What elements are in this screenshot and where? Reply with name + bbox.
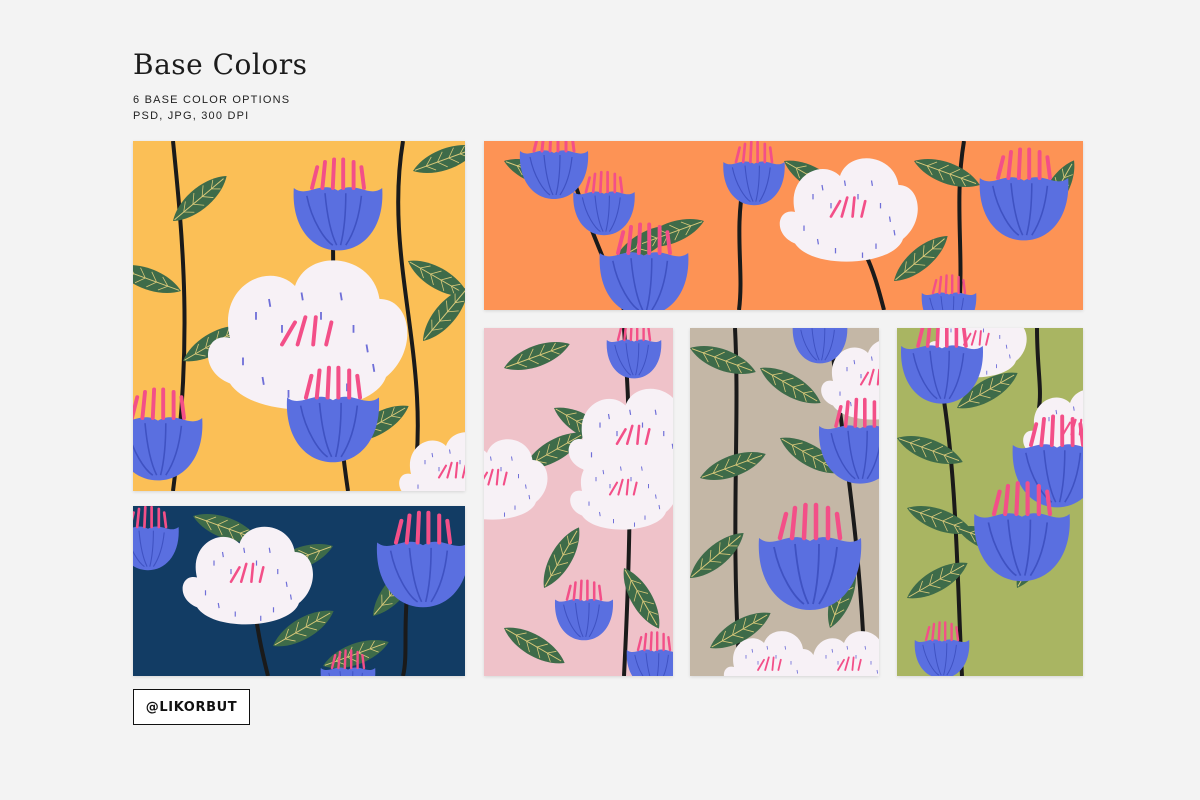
pattern-panel-pink — [484, 328, 673, 676]
pattern-panel-taupe — [690, 328, 879, 676]
pattern-panel-orange — [484, 141, 1083, 310]
pattern-panel-yellow — [133, 141, 465, 491]
pattern-yellow-image — [133, 141, 465, 491]
author-handle-badge: @LIKORBUT — [133, 689, 250, 725]
pattern-olive-image — [897, 328, 1083, 676]
subtitle-formats: PSD, JPG, 300 DPI — [133, 110, 250, 122]
subtitle-options: 6 BASE COLOR OPTIONS — [133, 94, 291, 106]
pattern-panel-navy — [133, 506, 465, 676]
pattern-pink-image — [484, 328, 673, 676]
pattern-orange-image — [484, 141, 1083, 310]
header: Base Colors 6 BASE COLOR OPTIONS PSD, JP… — [133, 48, 307, 124]
page-title: Base Colors — [133, 48, 308, 81]
pattern-navy-image — [133, 506, 465, 676]
pattern-taupe-image — [690, 328, 879, 676]
pattern-panel-olive — [897, 328, 1083, 676]
